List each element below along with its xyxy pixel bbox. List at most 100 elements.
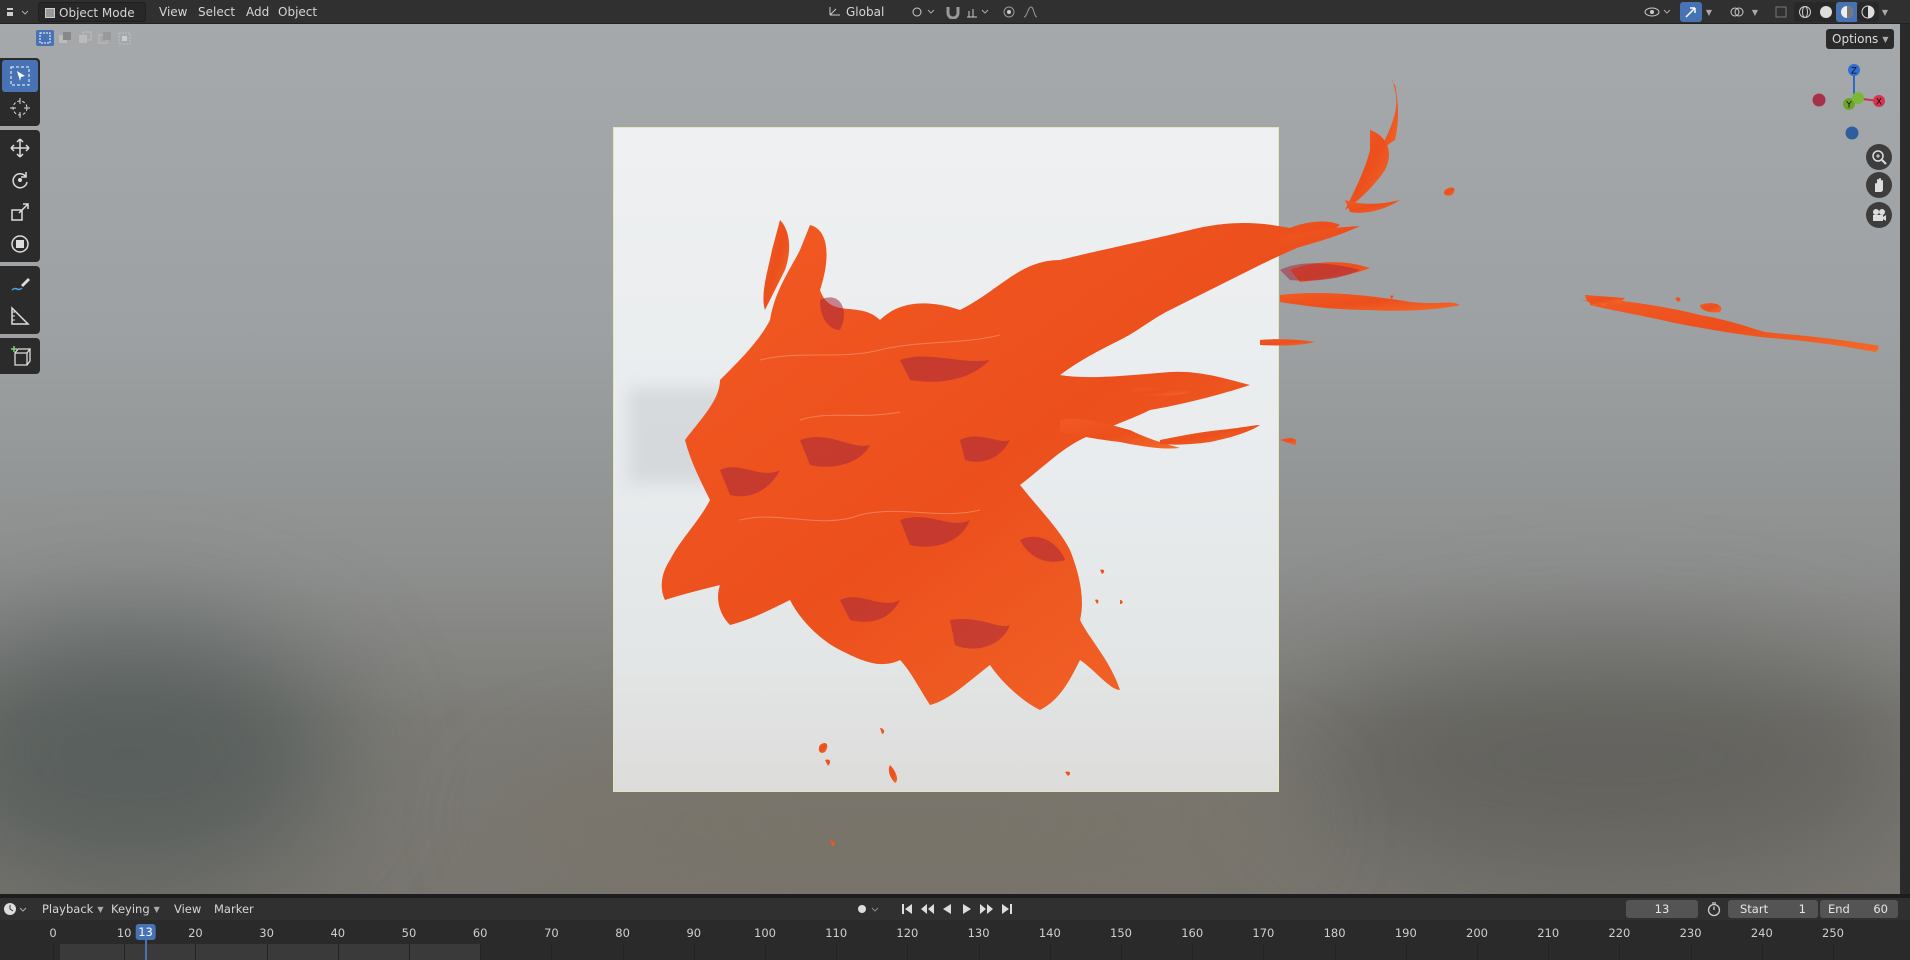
- tick-label: 170: [1252, 926, 1275, 940]
- tick-line: [1405, 944, 1407, 960]
- tick-line: [124, 944, 126, 960]
- tick-line: [337, 944, 339, 960]
- gizmo-y-label: Y: [1845, 101, 1852, 111]
- camera-view-button[interactable]: [1866, 202, 1892, 228]
- jump-end-icon: [1002, 904, 1012, 914]
- current-frame-field[interactable]: 13: [1626, 900, 1698, 918]
- tick-label: 10: [116, 926, 132, 940]
- chevron-down-icon: ▼: [97, 905, 104, 914]
- tick-line: [551, 944, 553, 960]
- record-icon: [858, 905, 879, 913]
- playback-menu[interactable]: Playback ▼: [38, 900, 107, 918]
- tick-label: 110: [825, 926, 848, 940]
- tick-label: 200: [1466, 926, 1488, 940]
- tick-line: [195, 944, 197, 960]
- preview-range-toggle[interactable]: [1704, 899, 1724, 919]
- tick-line: [1619, 944, 1621, 960]
- play-reverse-icon: [943, 904, 951, 914]
- end-label: End: [1828, 902, 1850, 916]
- fluid-splash: [661, 80, 1879, 846]
- gizmo-z-label: Z: [1851, 67, 1857, 77]
- tick-line: [1121, 944, 1122, 960]
- playhead-frame-badge[interactable]: 13: [135, 924, 156, 940]
- clock-icon: [4, 903, 27, 915]
- zoom-button[interactable]: [1866, 144, 1892, 170]
- tick-line: [480, 944, 482, 960]
- tick-label: 240: [1750, 926, 1773, 940]
- tick-line: [1761, 944, 1763, 960]
- tick-label: 80: [615, 926, 630, 940]
- hand-icon: [1875, 178, 1883, 192]
- tick-label: 180: [1323, 926, 1346, 940]
- tick-label: 120: [896, 926, 919, 940]
- tick-line: [978, 944, 980, 960]
- stopwatch-icon: [1707, 902, 1721, 917]
- next-keyframe-button[interactable]: [978, 899, 996, 919]
- tick-line: [907, 944, 909, 960]
- jump-start-button[interactable]: [898, 899, 916, 919]
- tick-label: 160: [1181, 926, 1204, 940]
- play-button[interactable]: [958, 899, 976, 919]
- tick-label: 220: [1608, 926, 1631, 940]
- tick-label: 70: [544, 926, 559, 940]
- pan-button[interactable]: [1866, 172, 1892, 198]
- prev-keyframe-icon: [921, 904, 934, 914]
- tick-line: [622, 944, 624, 960]
- zoom-icon: [1872, 150, 1887, 165]
- tick-label: 210: [1537, 926, 1560, 940]
- gizmo-x-label: X: [1876, 98, 1882, 108]
- playhead-line[interactable]: [144, 940, 147, 960]
- tick-label: 140: [1038, 926, 1061, 940]
- keying-menu[interactable]: Keying ▼: [107, 900, 164, 918]
- tick-line: [836, 944, 838, 960]
- jump-end-button[interactable]: [998, 899, 1016, 919]
- tick-label: 90: [686, 926, 702, 940]
- viewport-sidebar-edge: [1900, 24, 1910, 894]
- prev-keyframe-button[interactable]: [918, 899, 936, 919]
- play-reverse-button[interactable]: [938, 899, 956, 919]
- timeline-header: Playback ▼ Keying ▼ View Marker 13 Start 1…: [0, 898, 1910, 920]
- tick-line: [1833, 944, 1834, 960]
- timeline-ruler[interactable]: 0 10 20 30 40 50 60 70 80 90 100 110 120 130 140 150 160…: [0, 920, 1910, 960]
- marker-menu[interactable]: Marker: [210, 900, 258, 918]
- record-button[interactable]: [852, 899, 882, 919]
- tick-line: [1548, 944, 1550, 960]
- camera-icon: [1873, 209, 1886, 221]
- tick-line: [1049, 944, 1051, 960]
- tick-line: [1690, 944, 1692, 960]
- tick-label: 30: [259, 926, 274, 940]
- playback-label: Playback: [42, 902, 94, 916]
- chevron-down-icon: ▼: [153, 905, 160, 914]
- tick-label: 100: [754, 926, 776, 940]
- tick-label: 230: [1679, 926, 1702, 940]
- next-keyframe-icon: [980, 904, 993, 914]
- tick-line: [266, 944, 268, 960]
- start-frame-field[interactable]: Start 1: [1728, 900, 1818, 918]
- tick-line: [1263, 944, 1265, 960]
- start-label: Start: [1740, 902, 1769, 916]
- tick-label: 50: [401, 926, 417, 940]
- tick-label: 250: [1822, 926, 1844, 940]
- start-value: 1: [1798, 902, 1806, 916]
- end-frame-field[interactable]: End 60: [1820, 900, 1898, 918]
- tick-line: [1192, 944, 1194, 960]
- navigation-gizmo[interactable]: Z X Y: [1800, 58, 1900, 148]
- tick-label: 40: [330, 926, 346, 940]
- tick-label: 20: [188, 926, 203, 940]
- tick-label: 190: [1394, 926, 1417, 940]
- tick-label: 60: [472, 926, 488, 940]
- end-value: 60: [1873, 902, 1888, 916]
- jump-start-icon: [902, 904, 912, 914]
- tick-line: [693, 944, 695, 960]
- timeline-editor-type[interactable]: [2, 899, 28, 919]
- tick-line: [409, 944, 410, 960]
- tick-line: [53, 944, 54, 960]
- keying-label: Keying: [111, 902, 150, 916]
- gizmo-neg-x[interactable]: [1812, 93, 1826, 107]
- tick-label: 0: [49, 926, 57, 940]
- timeline-view-menu[interactable]: View: [170, 900, 205, 918]
- tick-line: [1334, 944, 1336, 960]
- tick-line: [765, 944, 766, 960]
- tick-label: 150: [1110, 926, 1132, 940]
- gizmo-neg-z[interactable]: [1845, 126, 1859, 140]
